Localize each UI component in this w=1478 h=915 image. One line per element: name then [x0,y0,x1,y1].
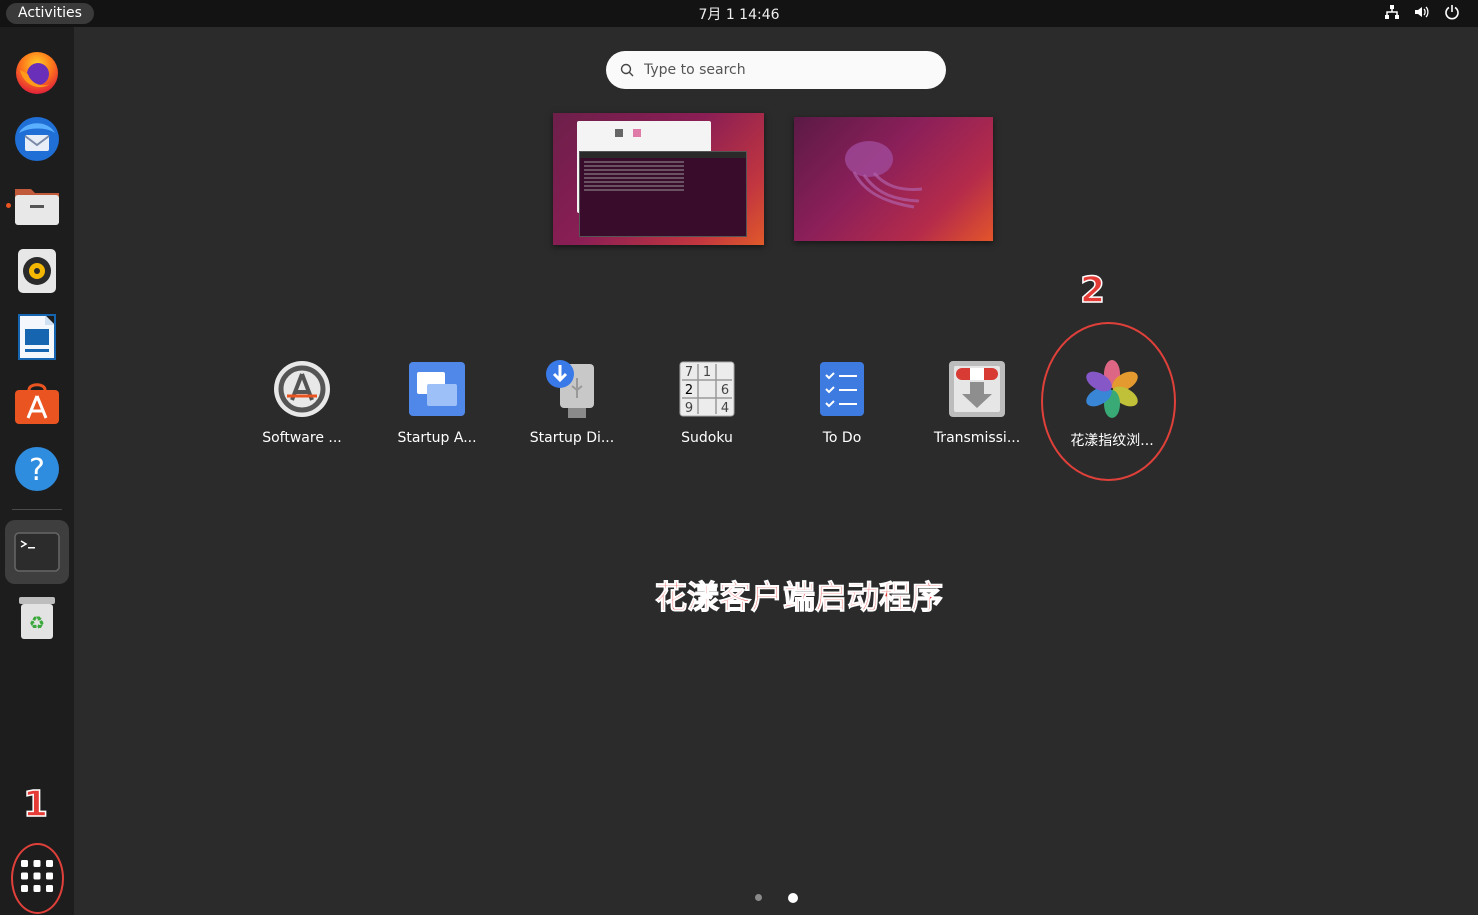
dock-trash[interactable]: ♻ [5,586,69,650]
files-icon [15,189,59,225]
app-label: Startup Di... [529,430,615,446]
writer-icon [18,314,56,360]
rhythmbox-icon [18,249,56,293]
activities-button[interactable]: Activities [6,3,94,24]
svg-text:?: ? [29,453,45,488]
search-box[interactable] [606,51,946,89]
thunderbird-icon [15,117,59,161]
dock-terminal[interactable] [5,520,69,584]
page-indicator-1[interactable] [755,894,762,901]
workspace-thumbnail-1[interactable] [553,113,764,245]
app-startup-applications[interactable]: Startup A... [369,357,505,457]
svg-text:♻: ♻ [29,613,45,634]
dock: ? ♻ [0,27,74,915]
dock-ubuntu-software[interactable] [5,371,69,435]
top-bar: Activities 7月 1 14:46 [0,0,1478,27]
sudoku-digit: 1 [703,365,711,380]
app-sudoku[interactable]: 7 1 2 6 9 4 Sudoku [639,357,775,457]
dock-thunderbird[interactable] [5,107,69,171]
network-icon[interactable] [1384,4,1400,20]
firefox-icon [16,52,58,94]
todo-icon [820,362,864,416]
dock-rhythmbox[interactable] [5,239,69,303]
terminal-icon [14,532,60,572]
sudoku-digit: 7 [685,365,693,380]
trash-icon: ♻ [19,597,55,639]
sudoku-digit: 2 [685,383,693,398]
app-startup-disk-creator[interactable]: Startup Di... [504,357,640,457]
volume-icon[interactable] [1414,4,1430,20]
search-icon [620,63,634,77]
software-updater-icon [274,361,330,417]
file-icon [633,129,641,137]
annotation-caption: 花漾客户端启动程序 [654,578,944,617]
jellyfish-wallpaper-icon [845,141,923,209]
app-label: To Do [822,430,862,446]
startup-disk-creator-icon [546,360,594,418]
dock-writer[interactable] [5,305,69,369]
app-software-updater[interactable]: Software ... [234,357,370,457]
app-label: Startup A... [397,430,477,446]
sudoku-digit: 6 [721,383,729,398]
app-label: Transmissi... [933,430,1021,446]
window-thumbnail-terminal[interactable] [579,151,747,237]
transmission-icon [949,361,1005,417]
sudoku-digit: 9 [685,401,693,416]
annotation-step-2: 2 [1079,269,1106,312]
app-transmission[interactable]: Transmissi... [909,357,1045,457]
folder-icon [615,129,623,137]
help-icon: ? [15,447,59,491]
clock[interactable]: 7月 1 14:46 [0,0,1478,30]
sudoku-icon: 7 1 2 6 9 4 [679,361,735,417]
annotation-step-1: 1 [22,783,49,826]
dock-help[interactable]: ? [5,437,69,501]
sudoku-digit: 4 [721,401,729,416]
software-store-icon [15,383,59,424]
annotation-circle-2 [1041,322,1176,481]
dock-firefox[interactable] [5,41,69,105]
app-label: Software ... [262,430,342,446]
annotation-circle-1 [11,843,64,914]
dock-files[interactable] [5,173,69,237]
terminal-text-lines [584,161,684,163]
page-indicator-2[interactable] [788,893,798,903]
workspace-thumbnail-2[interactable] [794,117,993,241]
power-icon[interactable] [1444,4,1460,20]
search-input[interactable] [644,62,904,78]
app-label: Sudoku [681,430,733,446]
app-todo[interactable]: To Do [774,357,910,457]
terminal-titlebar [580,152,746,158]
dock-separator [12,509,62,510]
startup-applications-icon [409,362,465,416]
system-tray[interactable] [1384,4,1460,20]
